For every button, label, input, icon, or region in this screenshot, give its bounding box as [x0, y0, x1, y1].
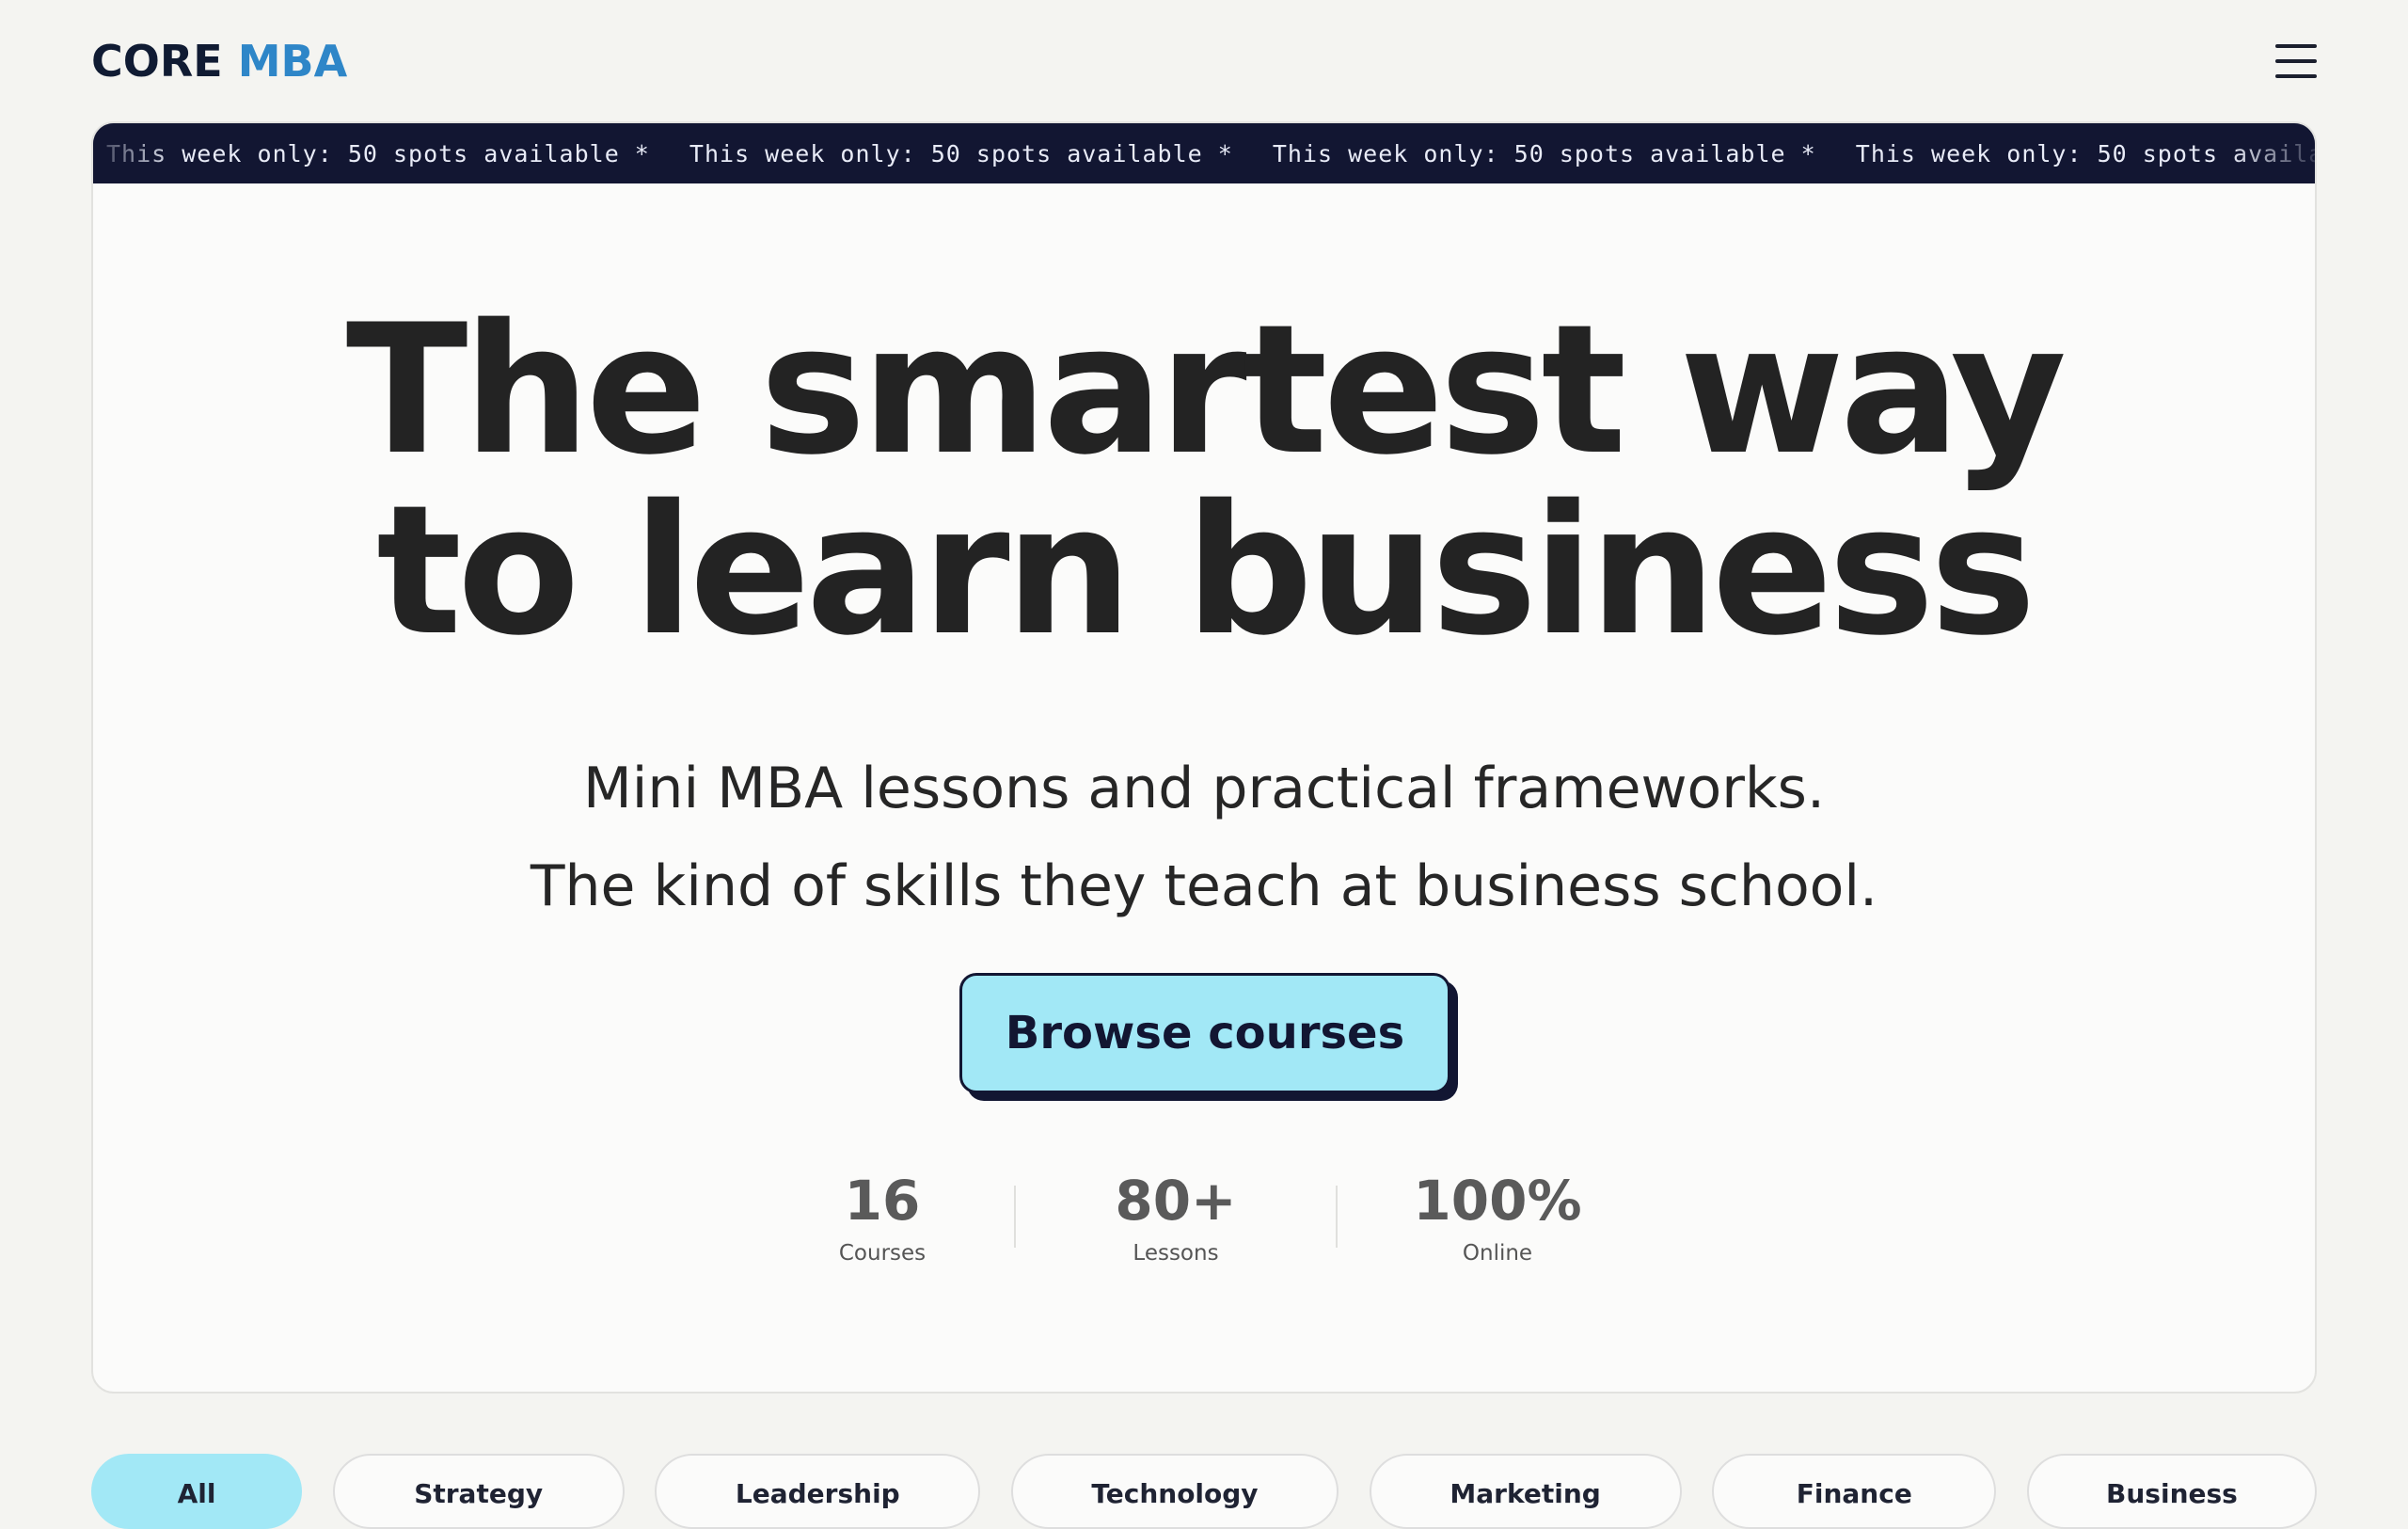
stat-label: Online: [1462, 1241, 1533, 1266]
stat-value: 80+: [1115, 1169, 1237, 1233]
browse-courses-button[interactable]: Browse courses: [959, 973, 1450, 1093]
filter-all[interactable]: All: [91, 1454, 302, 1529]
announcement-ticker: This week only: 50 spots available * Thi…: [93, 123, 2315, 183]
hero-headline: The smartest way to learn business: [93, 300, 2315, 661]
stat-online: 100% Online: [1375, 1168, 1620, 1266]
stat-value: 16: [844, 1169, 921, 1233]
filter-technology[interactable]: Technology: [1010, 1454, 1339, 1529]
filter-strategy[interactable]: Strategy: [332, 1454, 625, 1529]
ticker-message: This week only: 50 spots available *: [689, 139, 1233, 167]
hamburger-menu-icon[interactable]: [2275, 42, 2317, 80]
brand-name-main: CORE: [91, 36, 223, 87]
subtitle-line-2: The kind of skills they teach at busines…: [530, 853, 1878, 919]
top-navigation: CORE MBA: [91, 28, 2317, 94]
ticker-message: This week only: 50 spots available *: [106, 139, 650, 167]
ticker-fade-right: [2230, 123, 2315, 183]
filter-leadership[interactable]: Leadership: [655, 1454, 981, 1529]
filter-marketing[interactable]: Marketing: [1369, 1454, 1682, 1529]
stat-lessons: 80+ Lessons: [1054, 1168, 1298, 1266]
stat-courses: 16 Courses: [788, 1168, 976, 1266]
hero-subtitle: Mini MBA lessons and practical framework…: [93, 740, 2315, 935]
ticker-message: This week only: 50 spots available *: [1272, 139, 1816, 167]
menu-line: [2275, 44, 2317, 48]
filter-finance[interactable]: Finance: [1712, 1454, 1997, 1529]
filter-business[interactable]: Business: [2026, 1454, 2317, 1529]
headline-line-2: to learn business: [376, 467, 2036, 675]
category-filters: All Strategy Leadership Technology Marke…: [91, 1454, 2317, 1529]
stat-label: Lessons: [1133, 1241, 1219, 1266]
ticker-fade-left: [93, 123, 178, 183]
brand-logo[interactable]: CORE MBA: [91, 36, 347, 87]
stat-divider: [1014, 1186, 1016, 1248]
stat-label: Courses: [838, 1241, 927, 1266]
stat-divider: [1336, 1186, 1338, 1248]
hero-card: This week only: 50 spots available * Thi…: [91, 121, 2317, 1394]
ticker-track: This week only: 50 spots available * Thi…: [93, 140, 2315, 167]
stats-row: 16 Courses 80+ Lessons 100% Online: [93, 1168, 2315, 1266]
menu-line: [2275, 74, 2317, 78]
headline-line-1: The smartest way: [345, 286, 2067, 494]
brand-name-accent: MBA: [237, 36, 348, 87]
menu-line: [2275, 59, 2317, 63]
subtitle-line-1: Mini MBA lessons and practical framework…: [582, 756, 1826, 821]
stat-value: 100%: [1413, 1169, 1582, 1233]
